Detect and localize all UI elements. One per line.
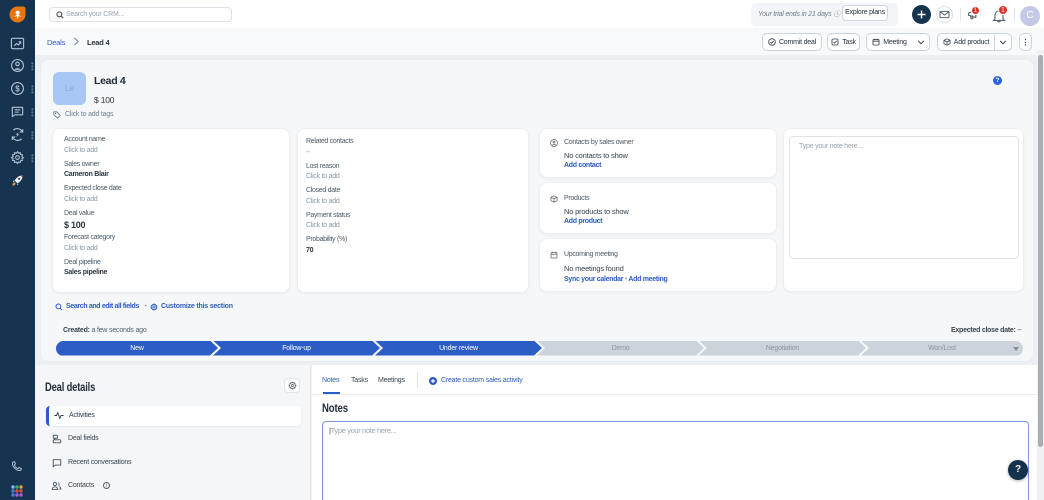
- svg-text:$: $: [15, 84, 20, 93]
